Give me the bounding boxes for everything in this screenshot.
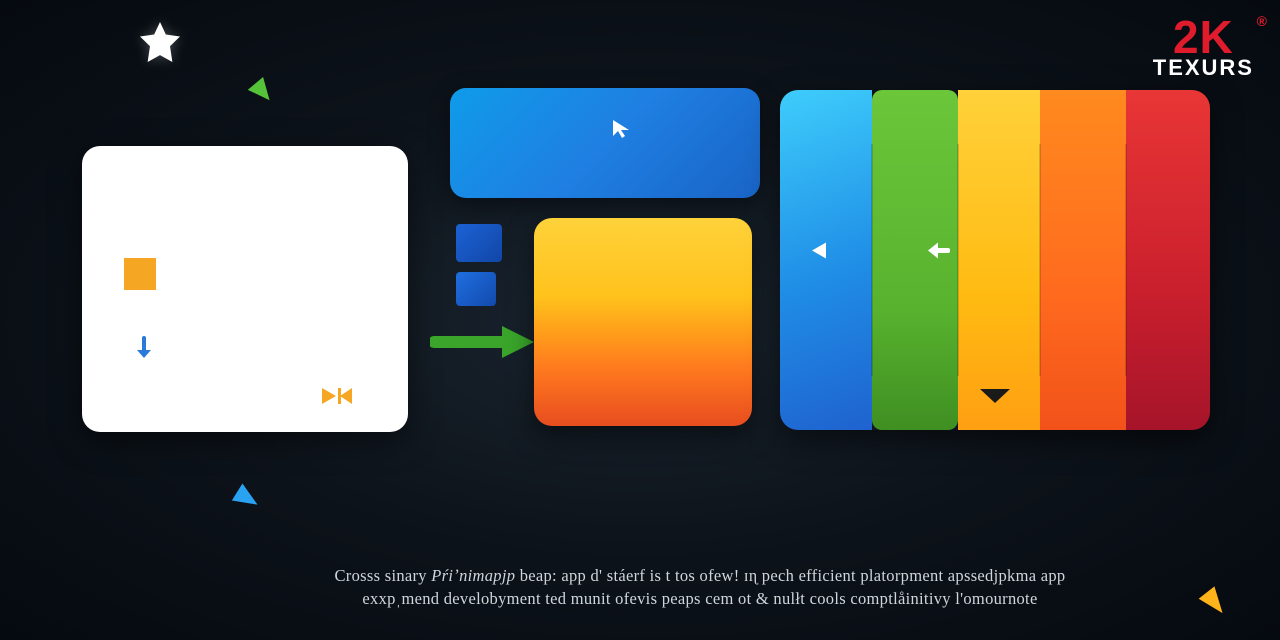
chevron-down-icon [978, 387, 1012, 412]
rainbow-card [780, 90, 1210, 430]
caption-line1-post: beap: app d' stáerf is t tos ofew! ɪɳ pe… [515, 566, 1065, 585]
cursor-icon [611, 118, 631, 143]
arrow-upright-blue-icon [152, 432, 268, 518]
blue-square-2 [456, 272, 496, 306]
blue-square-1 [456, 224, 502, 262]
caption-text: Crosss sinary Pŕiʼnimapjp beap: app d' s… [220, 565, 1180, 610]
segment-orange [1040, 90, 1126, 430]
orange-square-icon [124, 258, 156, 290]
divider-icon [1125, 144, 1127, 376]
caption-line1-pre: Crosss sinary [335, 566, 432, 585]
brand-logo: 2K® TEXURS [1153, 18, 1254, 81]
divider-icon [957, 144, 959, 376]
green-right-arrow-icon [430, 320, 540, 369]
logo-registered: ® [1257, 16, 1268, 28]
play-rewind-icon [320, 386, 354, 406]
play-left-icon [806, 239, 830, 268]
source-card [82, 146, 408, 432]
segment-red [1126, 90, 1210, 430]
caption-line1-em: Pŕiʼnimapjp [431, 566, 515, 585]
logo-top: 2K [1173, 11, 1234, 63]
gradient-tile [534, 218, 752, 426]
caption-line2: exxpˌmend develobyment ted munit ofevis … [220, 588, 1180, 610]
star-icon [136, 18, 184, 71]
back-arrow-icon [926, 240, 950, 267]
arrow-upright-icon [198, 18, 282, 111]
banner-card [450, 88, 760, 198]
segment-yellow [958, 90, 1040, 430]
divider-icon [1039, 144, 1041, 376]
arrow-down-icon [134, 336, 154, 365]
